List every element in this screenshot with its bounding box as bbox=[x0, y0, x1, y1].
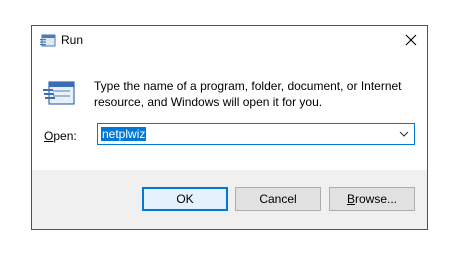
open-label-accel: O bbox=[44, 129, 54, 143]
run-program-icon bbox=[43, 81, 75, 105]
cancel-button[interactable]: Cancel bbox=[235, 187, 321, 211]
open-combobox[interactable]: netplwiz bbox=[97, 123, 415, 145]
button-bar: OK Cancel Browse... bbox=[32, 170, 427, 229]
chevron-down-icon[interactable] bbox=[398, 128, 410, 140]
close-button[interactable] bbox=[401, 30, 421, 50]
open-input[interactable]: netplwiz bbox=[101, 127, 147, 141]
dialog-description: Type the name of a program, folder, docu… bbox=[94, 79, 402, 109]
window-title: Run bbox=[61, 33, 84, 47]
ok-button[interactable]: OK bbox=[142, 187, 228, 211]
run-icon bbox=[40, 34, 56, 47]
browse-rest: rowse... bbox=[355, 192, 398, 206]
browse-accel: B bbox=[346, 192, 355, 206]
browse-button[interactable]: Browse... bbox=[329, 187, 415, 211]
title-bar[interactable]: Run bbox=[32, 26, 427, 56]
run-dialog: Run Type the name of a program, folder, … bbox=[31, 25, 428, 230]
open-label-rest: pen: bbox=[53, 129, 77, 143]
close-icon bbox=[405, 34, 417, 46]
open-label: Open: bbox=[44, 129, 77, 143]
